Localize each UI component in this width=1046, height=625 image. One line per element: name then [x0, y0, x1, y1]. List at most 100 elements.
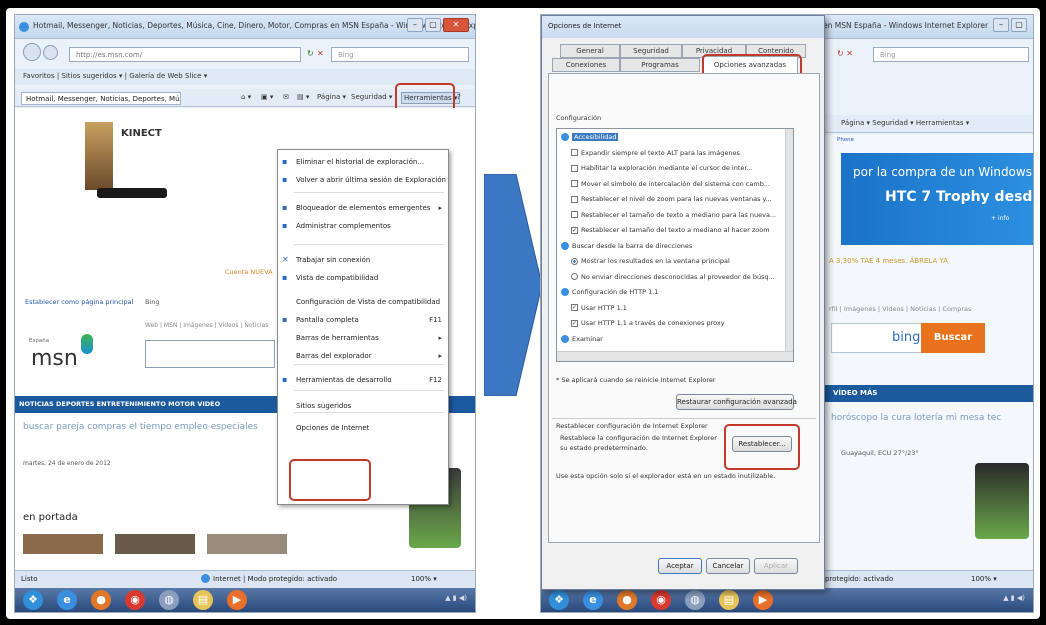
close-button[interactable]: ✕: [443, 18, 469, 32]
chrome-icon[interactable]: ◉: [125, 590, 145, 610]
settings-radio[interactable]: Mostrar los resultados en la ventana pri…: [571, 257, 730, 265]
settings-checkbox[interactable]: Mover el símbolo de intercalación del si…: [571, 180, 770, 188]
firefox-icon[interactable]: ●: [91, 590, 111, 610]
settings-checkbox[interactable]: ✓ Usar HTTP 1.1: [571, 304, 627, 312]
forward-button[interactable]: [43, 45, 58, 60]
ok-button[interactable]: Aceptar: [658, 558, 702, 574]
msn-search-input[interactable]: [145, 340, 275, 368]
search-box[interactable]: Bing: [331, 47, 469, 62]
internet-explorer-icon[interactable]: e: [57, 590, 77, 610]
promo-strip[interactable]: A 3,30% TAE 4 meses. ÁBRELA YA: [829, 257, 948, 265]
app-icon[interactable]: ▶: [753, 590, 773, 610]
browser-tab[interactable]: Hotmail, Messenger, Noticias, Deportes, …: [21, 92, 181, 105]
zoom-level[interactable]: 100% ▾: [411, 575, 437, 583]
tab-security[interactable]: Seguridad: [620, 44, 682, 58]
windows-start-icon[interactable]: ❖: [23, 590, 43, 610]
minimize-button[interactable]: –: [407, 18, 423, 32]
buscar-button[interactable]: Buscar: [921, 323, 985, 353]
set-homepage-link[interactable]: Establecer como página principal: [25, 298, 133, 306]
settings-radio[interactable]: No enviar direcciones desconocidas al pr…: [571, 273, 775, 281]
settings-checkbox[interactable]: ✓ Usar HTTP 1.1 a través de conexiones pr…: [571, 319, 725, 327]
help-icon[interactable]: ?: [457, 93, 461, 101]
restore-advanced-button[interactable]: Restaurar configuración avanzada: [676, 394, 797, 410]
menu-item[interactable]: Barras de herramientas ▸: [278, 332, 448, 344]
settings-checkbox[interactable]: Restablecer el nivel de zoom para las nu…: [571, 195, 772, 203]
checkbox[interactable]: ✓: [571, 319, 578, 327]
page-menu[interactable]: Página ▾: [317, 93, 346, 101]
checkbox[interactable]: ✓: [571, 304, 578, 311]
internet-explorer-icon[interactable]: e: [583, 590, 603, 610]
msn-tabs-strip[interactable]: VÍDEO MÁS: [825, 385, 1033, 402]
menu-item[interactable]: ▪ Herramientas de desarrollo F12: [278, 374, 448, 386]
news-thumbnail[interactable]: [207, 534, 287, 554]
search-box[interactable]: Bing: [873, 47, 1029, 62]
print-icon[interactable]: ▤ ▾: [297, 93, 309, 101]
menu-item[interactable]: Barras del explorador ▸: [278, 350, 448, 362]
weather-widget[interactable]: Guayaquil, ECU 27°/23°: [841, 449, 919, 457]
menu-item[interactable]: ▪ Volver a abrir última sesión de Explora…: [278, 174, 448, 186]
menu-item[interactable]: ▪ Administrar complementos: [278, 220, 448, 232]
tab-general[interactable]: General: [560, 44, 620, 58]
zoom-level[interactable]: 100% ▾: [971, 575, 997, 583]
media-icon[interactable]: ◍: [685, 590, 705, 610]
stop-icon[interactable]: ↻ ✕: [837, 49, 853, 58]
vertical-scrollbar[interactable]: [785, 129, 793, 351]
radio-button[interactable]: [571, 273, 578, 280]
windows-phone-ad[interactable]: por la compra de un Windows P HTC 7 Trop…: [841, 153, 1033, 245]
apply-button[interactable]: Aplicar: [754, 558, 798, 574]
checkbox[interactable]: [571, 164, 578, 172]
command-menus[interactable]: Página ▾ Seguridad ▾ Herramientas ▾: [841, 119, 969, 127]
maximize-button[interactable]: ▢: [425, 18, 441, 32]
folder-icon[interactable]: ▤: [719, 590, 739, 610]
cancel-button[interactable]: Cancelar: [706, 558, 750, 574]
msn-quick-links[interactable]: horóscopo la cura lotería mi mesa tec: [831, 413, 1001, 423]
media-icon[interactable]: ◍: [159, 590, 179, 610]
address-bar[interactable]: http://es.msn.com/: [69, 47, 301, 62]
system-tray[interactable]: ▲ ▮ ◀): [1003, 594, 1025, 602]
menu-item[interactable]: Opciones de Internet: [278, 422, 448, 434]
advanced-settings-list[interactable]: Accesibilidad Expandir siempre el texto A…: [556, 128, 794, 362]
firefox-icon[interactable]: ●: [617, 590, 637, 610]
menu-item[interactable]: ▪ Eliminar el historial de exploración...: [278, 156, 448, 168]
menu-item[interactable]: ▪ Vista de compatibilidad: [278, 272, 448, 284]
menu-item[interactable]: ✕ Trabajar sin conexión: [278, 254, 448, 266]
back-button[interactable]: [23, 43, 41, 61]
minimize-button[interactable]: –: [993, 18, 1009, 32]
folder-icon[interactable]: ▤: [193, 590, 213, 610]
menu-item[interactable]: ▪ Pantalla completa F11: [278, 314, 448, 326]
checkbox[interactable]: [571, 211, 578, 218]
radio-button[interactable]: [571, 257, 578, 265]
msn-quick-links[interactable]: buscar pareja compras el tiempo empleo e…: [23, 422, 258, 432]
settings-checkbox[interactable]: Habilitar la exploración mediante el cur…: [571, 164, 753, 172]
tab-connections[interactable]: Conexiones: [552, 58, 620, 72]
checkbox[interactable]: [571, 195, 578, 203]
windows-start-icon[interactable]: ❖: [549, 590, 569, 610]
app-icon[interactable]: ▶: [227, 590, 247, 610]
safety-menu[interactable]: Seguridad ▾: [351, 93, 392, 101]
menu-item[interactable]: Sitios sugeridos: [278, 400, 448, 412]
menu-item[interactable]: Configuración de Vista de compatibilidad: [278, 296, 448, 308]
ad-more-link[interactable]: + info: [991, 215, 1009, 222]
chrome-icon[interactable]: ◉: [651, 590, 671, 610]
mail-icon[interactable]: ✉: [283, 93, 289, 101]
stop-icon[interactable]: ✕: [317, 49, 324, 58]
horizontal-scrollbar[interactable]: [557, 351, 793, 361]
checkbox[interactable]: [571, 149, 578, 156]
settings-checkbox[interactable]: ✓ Restablecer el tamaño del texto a media…: [571, 226, 770, 234]
maximize-button[interactable]: ▢: [1011, 18, 1027, 32]
menu-item[interactable]: ▪ Bloqueador de elementos emergentes ▸: [278, 202, 448, 214]
settings-checkbox[interactable]: Expandir siempre el texto ALT para las i…: [571, 149, 740, 157]
checkbox[interactable]: ✓: [571, 226, 578, 234]
feeds-icon[interactable]: ▣ ▾: [261, 93, 273, 101]
checkbox[interactable]: [571, 180, 578, 187]
search-tabs[interactable]: Web | MSN | Imágenes | Vídeos | Noticias: [145, 322, 268, 329]
news-thumbnail[interactable]: [23, 534, 103, 554]
settings-checkbox[interactable]: Restablecer el tamaño de texto a mediano…: [571, 211, 776, 219]
tab-programs[interactable]: Programas: [620, 58, 700, 72]
refresh-icon[interactable]: ↻: [307, 49, 314, 58]
news-thumbnail[interactable]: [115, 534, 195, 554]
home-icon[interactable]: ⌂ ▾: [241, 93, 251, 101]
promo-text[interactable]: Cuenta NUEVA: [225, 268, 273, 276]
links-strip[interactable]: rfil | Imágenes | Vídeos | Noticias | Co…: [829, 305, 971, 313]
system-tray[interactable]: ▲ ▮ ◀): [445, 594, 467, 602]
